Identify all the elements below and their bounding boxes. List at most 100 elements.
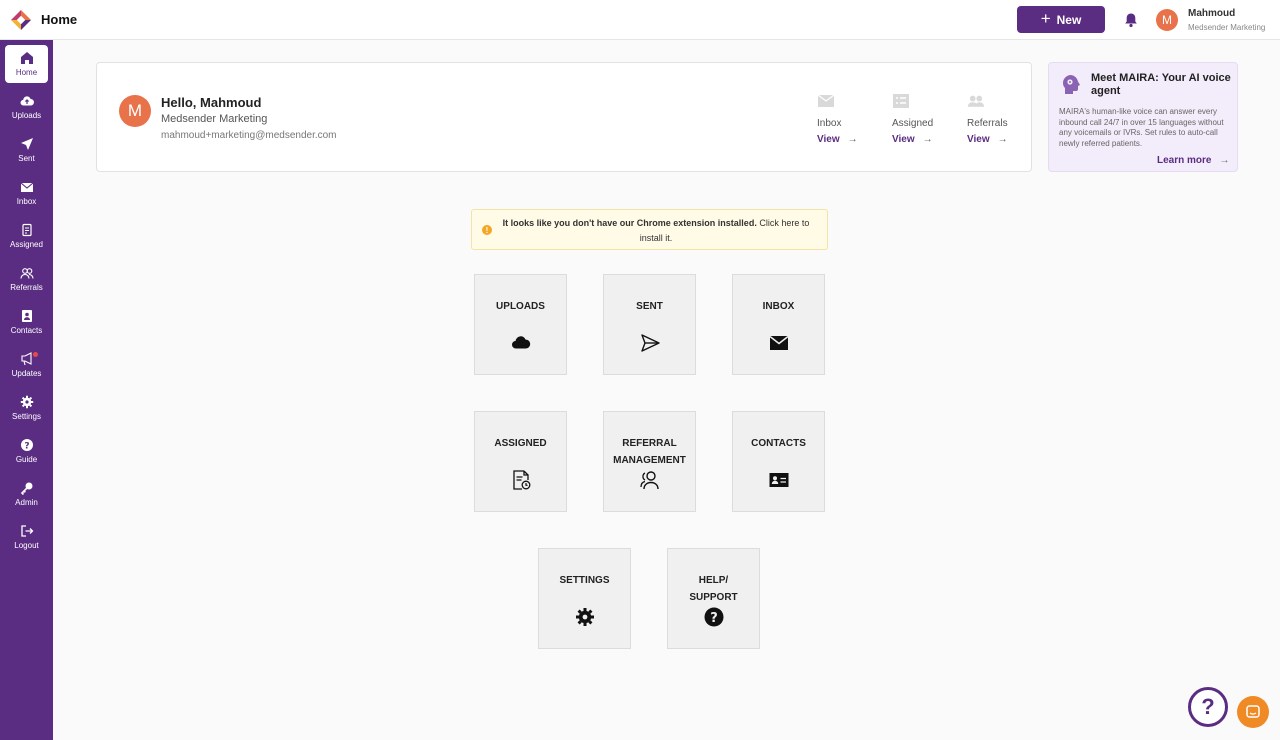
- cloud-upload-icon: [20, 96, 34, 106]
- sidebar-item-label: Uploads: [11, 111, 42, 120]
- maira-description: MAIRA's human-like voice can answer ever…: [1059, 107, 1224, 148]
- home-icon: [20, 52, 33, 64]
- assigned-document-icon: [513, 470, 531, 490]
- profile-avatar: M: [119, 95, 151, 127]
- notification-bell-icon[interactable]: [1123, 12, 1139, 28]
- send-icon: [641, 334, 660, 352]
- quick-link-referrals: Referrals View →: [967, 93, 1027, 145]
- contact-card-icon: [769, 473, 789, 487]
- plus-icon: +: [1040, 9, 1051, 28]
- maira-title: Meet MAIRA: Your AI voice agent: [1091, 72, 1231, 97]
- tile-help-support[interactable]: HELP/ SUPPORT ?: [667, 548, 760, 649]
- tile-label: CONTACTS: [751, 438, 806, 449]
- profile-email: mahmoud+marketing@medsender.com: [161, 130, 337, 141]
- sidebar: Home Uploads Sent Inbox Assigned Referra…: [0, 40, 53, 740]
- assigned-view-link[interactable]: View →: [892, 134, 952, 145]
- referral-person-icon: [640, 471, 659, 490]
- sidebar-item-label: Logout: [14, 541, 39, 550]
- arrow-right-icon: →: [922, 134, 933, 145]
- sidebar-item-label: Admin: [15, 498, 38, 507]
- svg-text:?: ?: [24, 441, 29, 451]
- greeting: Hello, Mahmoud: [161, 95, 262, 110]
- mail-icon: [20, 182, 33, 192]
- user-org: Medsender Marketing: [1188, 23, 1266, 32]
- quick-link-inbox: Inbox View →: [817, 93, 877, 145]
- sidebar-item-uploads[interactable]: Uploads: [5, 88, 48, 126]
- chat-launcher-button[interactable]: [1237, 696, 1269, 728]
- sidebar-item-label: Referrals: [10, 283, 43, 292]
- view-label: View: [892, 134, 915, 145]
- mail-icon: [817, 94, 835, 107]
- tile-label: INBOX: [762, 301, 795, 312]
- user-avatar[interactable]: M: [1156, 9, 1178, 31]
- warning-icon: !: [482, 225, 492, 235]
- quick-link-label: Inbox: [817, 118, 842, 129]
- key-icon: [20, 482, 32, 495]
- inbox-view-link[interactable]: View →: [817, 134, 877, 145]
- sidebar-item-label: Contacts: [10, 326, 43, 335]
- tile-label: SETTINGS: [559, 575, 610, 586]
- chat-icon: [1246, 705, 1260, 718]
- quick-link-label: Assigned: [892, 118, 934, 129]
- sidebar-item-label: Settings: [12, 412, 41, 421]
- help-float-button[interactable]: ?: [1188, 687, 1228, 727]
- arrow-right-icon: →: [997, 134, 1008, 145]
- sidebar-item-logout[interactable]: Logout: [5, 518, 48, 556]
- learn-more-label: Learn more: [1157, 155, 1212, 166]
- contacts-icon: [21, 310, 32, 322]
- tile-label: HELP/ SUPPORT: [689, 575, 738, 603]
- view-label: View: [967, 134, 990, 145]
- sidebar-item-label: Sent: [18, 154, 35, 163]
- tile-uploads[interactable]: UPLOADS: [474, 274, 567, 375]
- sidebar-item-settings[interactable]: Settings: [5, 389, 48, 427]
- new-button[interactable]: + New: [1017, 6, 1105, 33]
- chrome-extension-notice[interactable]: ! It looks like you don't have our Chrom…: [471, 209, 828, 250]
- unread-dot: [33, 352, 38, 357]
- view-label: View: [817, 134, 840, 145]
- medsender-logo[interactable]: [10, 9, 32, 31]
- sidebar-item-referrals[interactable]: Referrals: [5, 260, 48, 298]
- notice-text: It looks like you don't have our Chrome …: [500, 216, 812, 246]
- tile-sent[interactable]: SENT: [603, 274, 696, 375]
- referrals-icon: [967, 95, 985, 107]
- assigned-list-icon: [893, 94, 909, 108]
- referrals-view-link[interactable]: View →: [967, 134, 1027, 145]
- tile-inbox[interactable]: INBOX: [732, 274, 825, 375]
- cloud-icon: [511, 336, 531, 349]
- svg-text:?: ?: [710, 611, 718, 626]
- tile-assigned[interactable]: ASSIGNED: [474, 411, 567, 512]
- tile-label: ASSIGNED: [494, 438, 547, 449]
- sidebar-item-contacts[interactable]: Contacts: [5, 303, 48, 341]
- sidebar-item-label: Home: [15, 68, 38, 77]
- sidebar-item-inbox[interactable]: Inbox: [5, 174, 48, 212]
- tile-referral-management[interactable]: REFERRAL MANAGEMENT: [603, 411, 696, 512]
- assigned-icon: [21, 223, 32, 237]
- sidebar-item-admin[interactable]: Admin: [5, 475, 48, 513]
- quick-link-assigned: Assigned View →: [892, 93, 952, 145]
- sidebar-item-sent[interactable]: Sent: [5, 131, 48, 169]
- help-circle-icon: ?: [704, 607, 724, 627]
- sidebar-item-label: Updates: [11, 369, 42, 378]
- megaphone-icon: [20, 352, 32, 366]
- sidebar-item-home[interactable]: Home: [5, 45, 48, 83]
- sidebar-item-label: Guide: [15, 455, 38, 464]
- profile-org: Medsender Marketing: [161, 113, 268, 125]
- notice-bold-text: It looks like you don't have our Chrome …: [502, 218, 757, 228]
- learn-more-link[interactable]: Learn more →: [1157, 155, 1229, 166]
- question-icon: ?: [20, 439, 33, 451]
- ai-head-icon: [1063, 75, 1080, 94]
- tile-settings[interactable]: SETTINGS: [538, 548, 631, 649]
- gear-icon: [576, 608, 594, 626]
- question-icon: ?: [1201, 694, 1215, 719]
- page-title: Home: [41, 12, 78, 27]
- logout-icon: [20, 525, 33, 537]
- gear-icon: [20, 395, 33, 409]
- sidebar-item-updates[interactable]: Updates: [5, 346, 48, 384]
- sidebar-item-assigned[interactable]: Assigned: [5, 217, 48, 255]
- arrow-right-icon: →: [1219, 155, 1230, 166]
- user-name[interactable]: Mahmoud: [1188, 8, 1235, 19]
- tile-label: SENT: [636, 301, 663, 312]
- sidebar-item-guide[interactable]: ? Guide: [5, 432, 48, 470]
- mail-icon: [769, 335, 789, 350]
- tile-contacts[interactable]: CONTACTS: [732, 411, 825, 512]
